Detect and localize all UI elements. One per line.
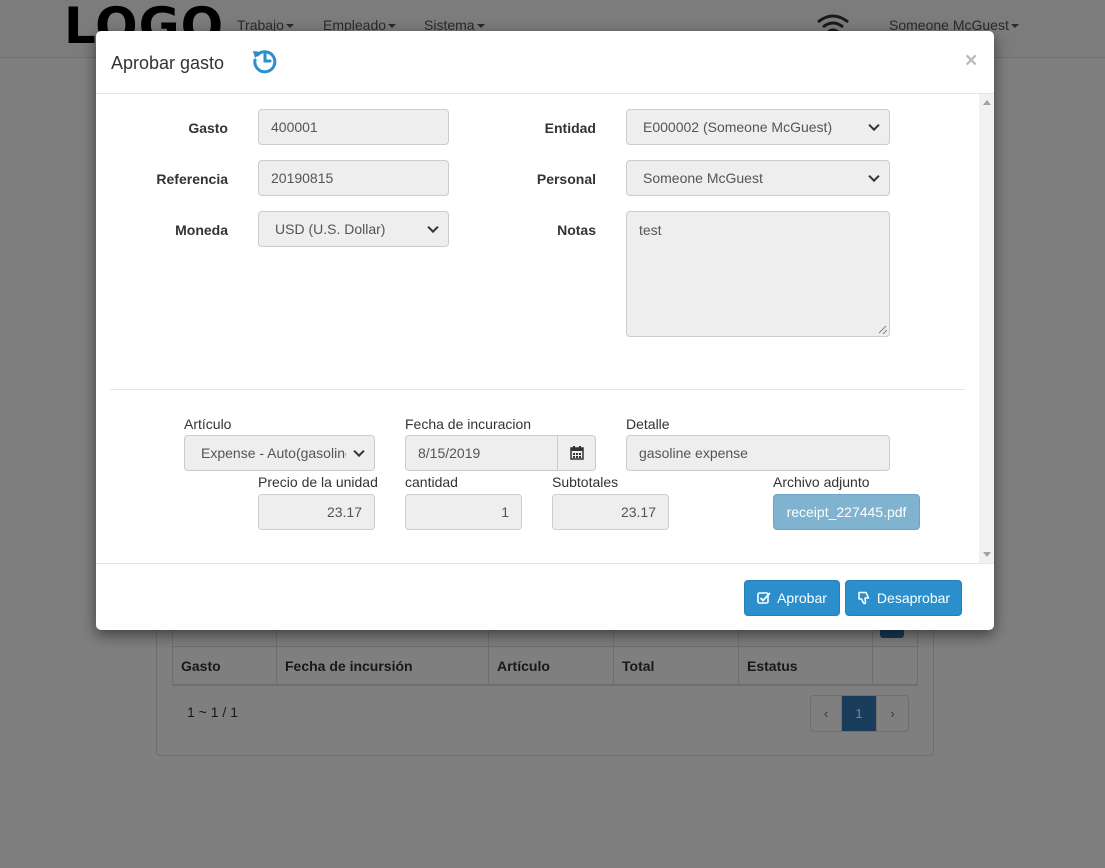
moneda-select[interactable]: USD (U.S. Dollar) bbox=[258, 211, 449, 247]
fecha-input[interactable]: 8/15/2019 bbox=[405, 435, 558, 471]
label-notas: Notas bbox=[557, 222, 596, 238]
notas-text: test bbox=[639, 222, 662, 238]
articulo-select[interactable]: Expense - Auto(gasoline bbox=[184, 435, 375, 471]
modal-footer: Aprobar Desaprobar bbox=[96, 563, 994, 630]
label-moneda: Moneda bbox=[175, 222, 228, 238]
referencia-field: 20190815 bbox=[258, 160, 449, 196]
thumbs-down-icon bbox=[858, 591, 870, 605]
label-subtotales: Subtotales bbox=[552, 474, 619, 490]
personal-select-value: Someone McGuest bbox=[643, 170, 763, 186]
divider bbox=[110, 389, 965, 390]
precio-field: 23.17 bbox=[258, 494, 375, 530]
close-icon[interactable]: × bbox=[965, 49, 977, 73]
label-detalle: Detalle bbox=[626, 416, 670, 432]
entidad-select-value: E000002 (Someone McGuest) bbox=[643, 119, 833, 135]
label-entidad: Entidad bbox=[544, 120, 596, 136]
entidad-select[interactable]: E000002 (Someone McGuest) bbox=[626, 109, 890, 145]
label-cantidad: cantidad bbox=[405, 474, 458, 490]
disapprove-button[interactable]: Desaprobar bbox=[845, 580, 962, 616]
notas-textarea[interactable]: test bbox=[626, 211, 890, 337]
resize-grip-icon[interactable] bbox=[879, 326, 887, 334]
approve-expense-modal: Aprobar gasto × Gasto 400001 Referencia … bbox=[96, 31, 994, 630]
calendar-icon bbox=[569, 446, 584, 460]
approve-button-label: Aprobar bbox=[777, 590, 827, 606]
label-gasto: Gasto bbox=[188, 120, 228, 136]
scroll-up-icon[interactable] bbox=[983, 100, 991, 105]
history-icon[interactable] bbox=[251, 46, 279, 74]
cantidad-field: 1 bbox=[405, 494, 522, 530]
gasto-field: 400001 bbox=[258, 109, 449, 145]
label-articulo: Artículo bbox=[184, 416, 232, 432]
label-personal: Personal bbox=[536, 171, 596, 187]
disapprove-button-label: Desaprobar bbox=[876, 590, 951, 606]
scroll-thumb[interactable] bbox=[981, 110, 992, 547]
subtotales-field: 23.17 bbox=[552, 494, 669, 530]
personal-select[interactable]: Someone McGuest bbox=[626, 160, 890, 196]
approve-button[interactable]: Aprobar bbox=[744, 580, 840, 616]
modal-title: Aprobar gasto bbox=[111, 53, 225, 73]
attachment-button[interactable]: receipt_227445.pdf bbox=[773, 494, 920, 530]
calendar-button[interactable] bbox=[557, 435, 596, 471]
scroll-down-icon[interactable] bbox=[983, 552, 991, 557]
articulo-select-value: Expense - Auto(gasoline bbox=[201, 445, 346, 461]
label-adjunto: Archivo adjunto bbox=[773, 474, 870, 490]
label-fecha: Fecha de incuracion bbox=[405, 416, 532, 432]
label-referencia: Referencia bbox=[156, 171, 228, 187]
label-precio: Precio de la unidad bbox=[258, 474, 378, 490]
modal-scrollbar[interactable] bbox=[979, 94, 994, 563]
detalle-field: gasoline expense bbox=[626, 435, 890, 471]
moneda-select-value: USD (U.S. Dollar) bbox=[275, 221, 386, 237]
modal-header: Aprobar gasto × bbox=[96, 31, 994, 94]
modal-body: Gasto 400001 Referencia 20190815 Moneda … bbox=[96, 94, 994, 563]
check-square-icon bbox=[757, 592, 771, 604]
